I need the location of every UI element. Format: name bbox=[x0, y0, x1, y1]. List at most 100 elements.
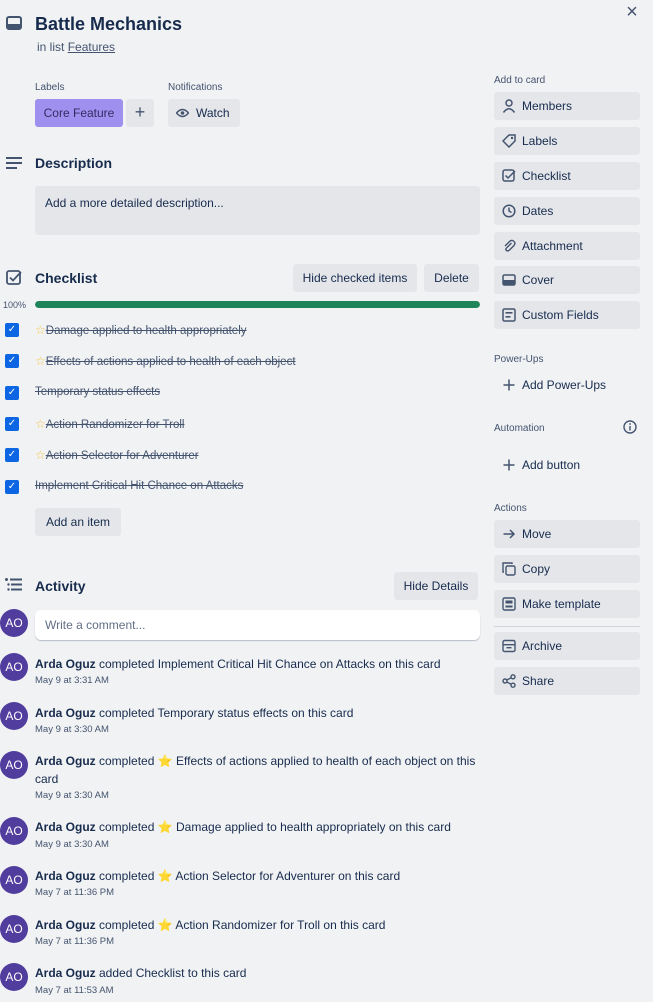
checklist-item-label: Temporary status effects bbox=[35, 386, 161, 398]
star-icon: ☆ bbox=[35, 417, 46, 431]
dates-label: Dates bbox=[522, 204, 554, 218]
card-title[interactable]: Battle Mechanics bbox=[35, 14, 182, 35]
avatar[interactable]: AO bbox=[0, 963, 28, 991]
activity-suffix: on this card bbox=[334, 869, 401, 883]
add-to-card-heading: Add to card bbox=[494, 75, 546, 86]
activity-time[interactable]: May 9 at 3:31 AM bbox=[35, 675, 109, 686]
actions-heading: Actions bbox=[494, 503, 527, 514]
share-button[interactable]: Share bbox=[494, 667, 640, 695]
activity-verb: completed bbox=[95, 820, 158, 834]
watch-button[interactable]: Watch bbox=[168, 99, 240, 127]
activity-item: Implement Critical Hit Chance on Attacks bbox=[157, 657, 376, 671]
archive-icon bbox=[502, 639, 516, 653]
checkbox-checked[interactable]: ✓ bbox=[5, 448, 19, 462]
activity-text: Arda Oguz added Checklist to this card bbox=[35, 964, 480, 982]
activity-text: Arda Oguz completed ⭐ Action Selector fo… bbox=[35, 867, 480, 885]
avatar[interactable]: AO bbox=[0, 915, 28, 943]
checklist-label: Checklist bbox=[522, 169, 571, 183]
info-icon[interactable] bbox=[623, 420, 637, 434]
activity-user[interactable]: Arda Oguz bbox=[35, 706, 96, 720]
star-icon: ⭐ bbox=[157, 754, 173, 768]
activity-user[interactable]: Arda Oguz bbox=[35, 869, 96, 883]
activity-time[interactable]: May 7 at 11:36 PM bbox=[35, 936, 114, 947]
hide-checked-items-button[interactable]: Hide checked items bbox=[293, 264, 417, 292]
members-button[interactable]: Members bbox=[494, 92, 640, 120]
paperclip-icon bbox=[504, 239, 516, 252]
label-chip-core-feature[interactable]: Core Feature bbox=[35, 99, 123, 127]
card-icon bbox=[6, 16, 22, 30]
make-template-button[interactable]: Make template bbox=[494, 590, 640, 618]
avatar[interactable]: AO bbox=[0, 653, 28, 681]
checklist-icon bbox=[502, 169, 516, 182]
activity-time[interactable]: May 9 at 3:30 AM bbox=[35, 790, 109, 801]
checklist-item-text[interactable]: ☆Effects of actions applied to health of… bbox=[35, 354, 296, 368]
list-link[interactable]: Features bbox=[68, 40, 115, 54]
add-label-button[interactable]: + bbox=[126, 99, 154, 127]
activity-verb: completed bbox=[95, 706, 158, 720]
activity-text: Arda Oguz completed ⭐ Damage applied to … bbox=[35, 818, 480, 836]
members-label: Members bbox=[522, 99, 573, 113]
add-item-button[interactable]: Add an item bbox=[35, 508, 121, 536]
add-power-ups-button[interactable]: Add Power-Ups bbox=[494, 371, 640, 399]
custom-fields-button[interactable]: Custom Fields bbox=[494, 301, 640, 329]
archive-button[interactable]: Archive bbox=[494, 632, 640, 660]
checkbox-checked[interactable]: ✓ bbox=[5, 386, 19, 400]
activity-item: Effects of actions applied to health of … bbox=[176, 754, 437, 768]
checklist-item-text[interactable]: ☆Action Randomizer for Troll bbox=[35, 417, 184, 431]
activity-verb: completed bbox=[95, 869, 158, 883]
copy-label: Copy bbox=[522, 562, 551, 576]
comment-input[interactable]: Write a comment... bbox=[35, 610, 480, 640]
activity-verb: completed bbox=[95, 918, 158, 932]
activity-suffix: on this card bbox=[320, 918, 386, 932]
close-icon[interactable]: × bbox=[623, 2, 641, 22]
avatar[interactable]: AO bbox=[0, 609, 28, 637]
delete-checklist-button[interactable]: Delete bbox=[424, 264, 479, 292]
activity-time[interactable]: May 7 at 11:53 AM bbox=[35, 985, 114, 996]
avatar[interactable]: AO bbox=[0, 817, 28, 845]
activity-user[interactable]: Arda Oguz bbox=[35, 657, 96, 671]
activity-user[interactable]: Arda Oguz bbox=[35, 754, 96, 768]
progress-percent: 100% bbox=[3, 300, 27, 310]
checklist-item-text[interactable]: ☆Action Selector for Adventurer bbox=[35, 448, 199, 462]
activity-time[interactable]: May 9 at 3:30 AM bbox=[35, 839, 109, 850]
labels-button[interactable]: Labels bbox=[494, 127, 640, 155]
avatar[interactable]: AO bbox=[0, 751, 28, 779]
activity-suffix: to this card bbox=[184, 966, 247, 980]
checkbox-checked[interactable]: ✓ bbox=[5, 417, 19, 431]
checkbox-checked[interactable]: ✓ bbox=[5, 323, 19, 337]
description-heading: Description bbox=[35, 155, 113, 171]
checklist-item-text[interactable]: Implement Critical Hit Chance on Attacks bbox=[35, 480, 243, 492]
hide-details-button[interactable]: Hide Details bbox=[394, 572, 478, 600]
checklist-item-text[interactable]: Temporary status effects bbox=[35, 386, 160, 398]
notifications-heading: Notifications bbox=[168, 82, 223, 93]
cover-button[interactable]: Cover bbox=[494, 266, 640, 294]
eye-icon bbox=[176, 108, 189, 118]
checklist-item-text[interactable]: ☆Damage applied to health appropriately bbox=[35, 323, 247, 337]
activity-user[interactable]: Arda Oguz bbox=[35, 966, 96, 980]
dates-button[interactable]: Dates bbox=[494, 197, 640, 225]
activity-item: Action Selector for Adventurer bbox=[175, 869, 335, 883]
checkbox-checked[interactable]: ✓ bbox=[5, 480, 19, 494]
checklist-item-label: Implement Critical Hit Chance on Attacks bbox=[35, 480, 244, 492]
attachment-button[interactable]: Attachment bbox=[494, 232, 640, 260]
avatar[interactable]: AO bbox=[0, 866, 28, 894]
make-template-label: Make template bbox=[522, 597, 601, 611]
checklist-button[interactable]: Checklist bbox=[494, 162, 640, 190]
checklist-item-label: Action Selector for Adventurer bbox=[45, 450, 199, 462]
add-button-button[interactable]: Add button bbox=[494, 451, 640, 479]
attachment-label: Attachment bbox=[522, 239, 583, 253]
labels-heading: Labels bbox=[35, 82, 65, 93]
activity-user[interactable]: Arda Oguz bbox=[35, 918, 96, 932]
activity-time[interactable]: May 7 at 11:36 PM bbox=[35, 887, 114, 898]
description-input[interactable]: Add a more detailed description... bbox=[35, 186, 480, 235]
activity-time[interactable]: May 9 at 3:30 AM bbox=[35, 724, 109, 735]
copy-button[interactable]: Copy bbox=[494, 555, 640, 583]
checkbox-checked[interactable]: ✓ bbox=[5, 354, 19, 368]
move-button[interactable]: Move bbox=[494, 520, 640, 548]
progress-bar bbox=[35, 301, 480, 308]
person-icon bbox=[502, 99, 516, 113]
in-list-text: in list Features bbox=[37, 40, 115, 54]
activity-user[interactable]: Arda Oguz bbox=[35, 820, 96, 834]
avatar[interactable]: AO bbox=[0, 702, 28, 730]
activity-verb: added bbox=[95, 966, 136, 980]
